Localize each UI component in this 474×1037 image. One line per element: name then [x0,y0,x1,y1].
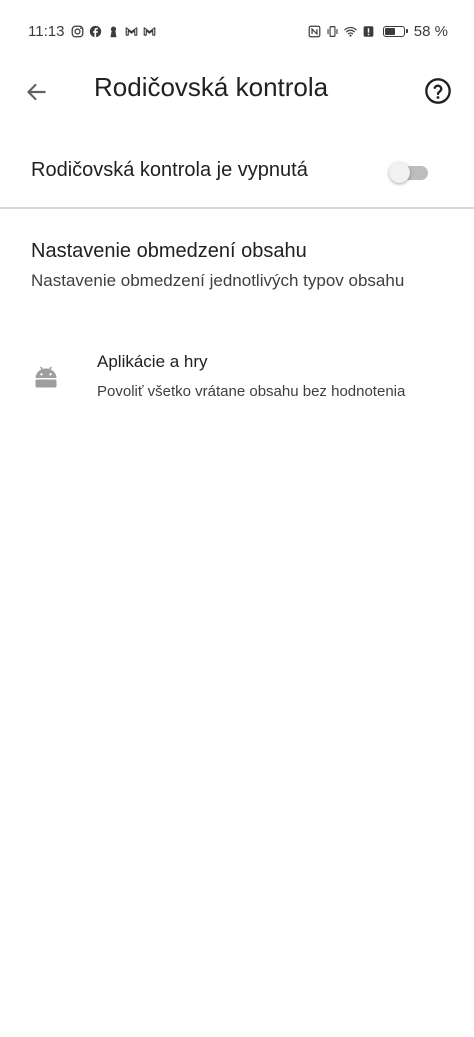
battery-level-fill [384,27,395,35]
status-right: 58 % [308,23,448,40]
parental-control-status-label: Rodičovská kontrola je vypnutá [31,159,308,181]
app-bar: Rodičovská kontrola [0,62,474,118]
apps-and-games-title: Aplikácie a hry [97,352,208,371]
apps-and-games-subtitle: Povoliť všetko vrátane obsahu bez hodnot… [97,383,406,400]
arrow-back-icon [27,83,46,101]
content-restrictions-subtitle: Nastavenie obmedzení jednotlivých typov … [31,271,405,290]
help-button[interactable] [420,73,456,109]
status-bar: 11:13 58 % [0,0,474,62]
switch-thumb [389,162,410,183]
help-circle-icon [425,78,451,104]
vibrate-icon [326,25,339,38]
battery-percentage: 58 % [413,22,448,40]
parental-control-toggle-row[interactable]: Rodičovská kontrola je vypnutá [0,140,474,206]
screen: 11:13 58 % Rodičovská kontrola Rodičovsk… [0,0,474,1037]
content-restrictions-item[interactable]: Nastavenie obmedzení obsahu Nastavenie o… [31,240,461,291]
gmail-icon [143,25,156,38]
parental-control-switch[interactable] [389,162,429,184]
gmail-icon [125,25,138,38]
facebook-icon [89,25,102,38]
status-left: 11:13 [28,23,156,40]
instagram-icon [71,25,84,38]
battery-icon [382,25,408,37]
wifi-icon [344,25,357,38]
apps-and-games-item[interactable]: Aplikácie a hry Povoliť všetko vrátane o… [0,346,474,414]
content-restrictions-title: Nastavenie obmedzení obsahu [31,240,307,262]
alert-icon [362,25,375,38]
keyhole-icon [107,25,120,38]
nfc-icon [308,25,321,38]
page-title: Rodičovská kontrola [94,72,329,102]
back-button[interactable] [18,74,54,110]
divider [0,207,474,209]
android-icon [35,366,57,388]
status-time: 11:13 [28,22,65,40]
